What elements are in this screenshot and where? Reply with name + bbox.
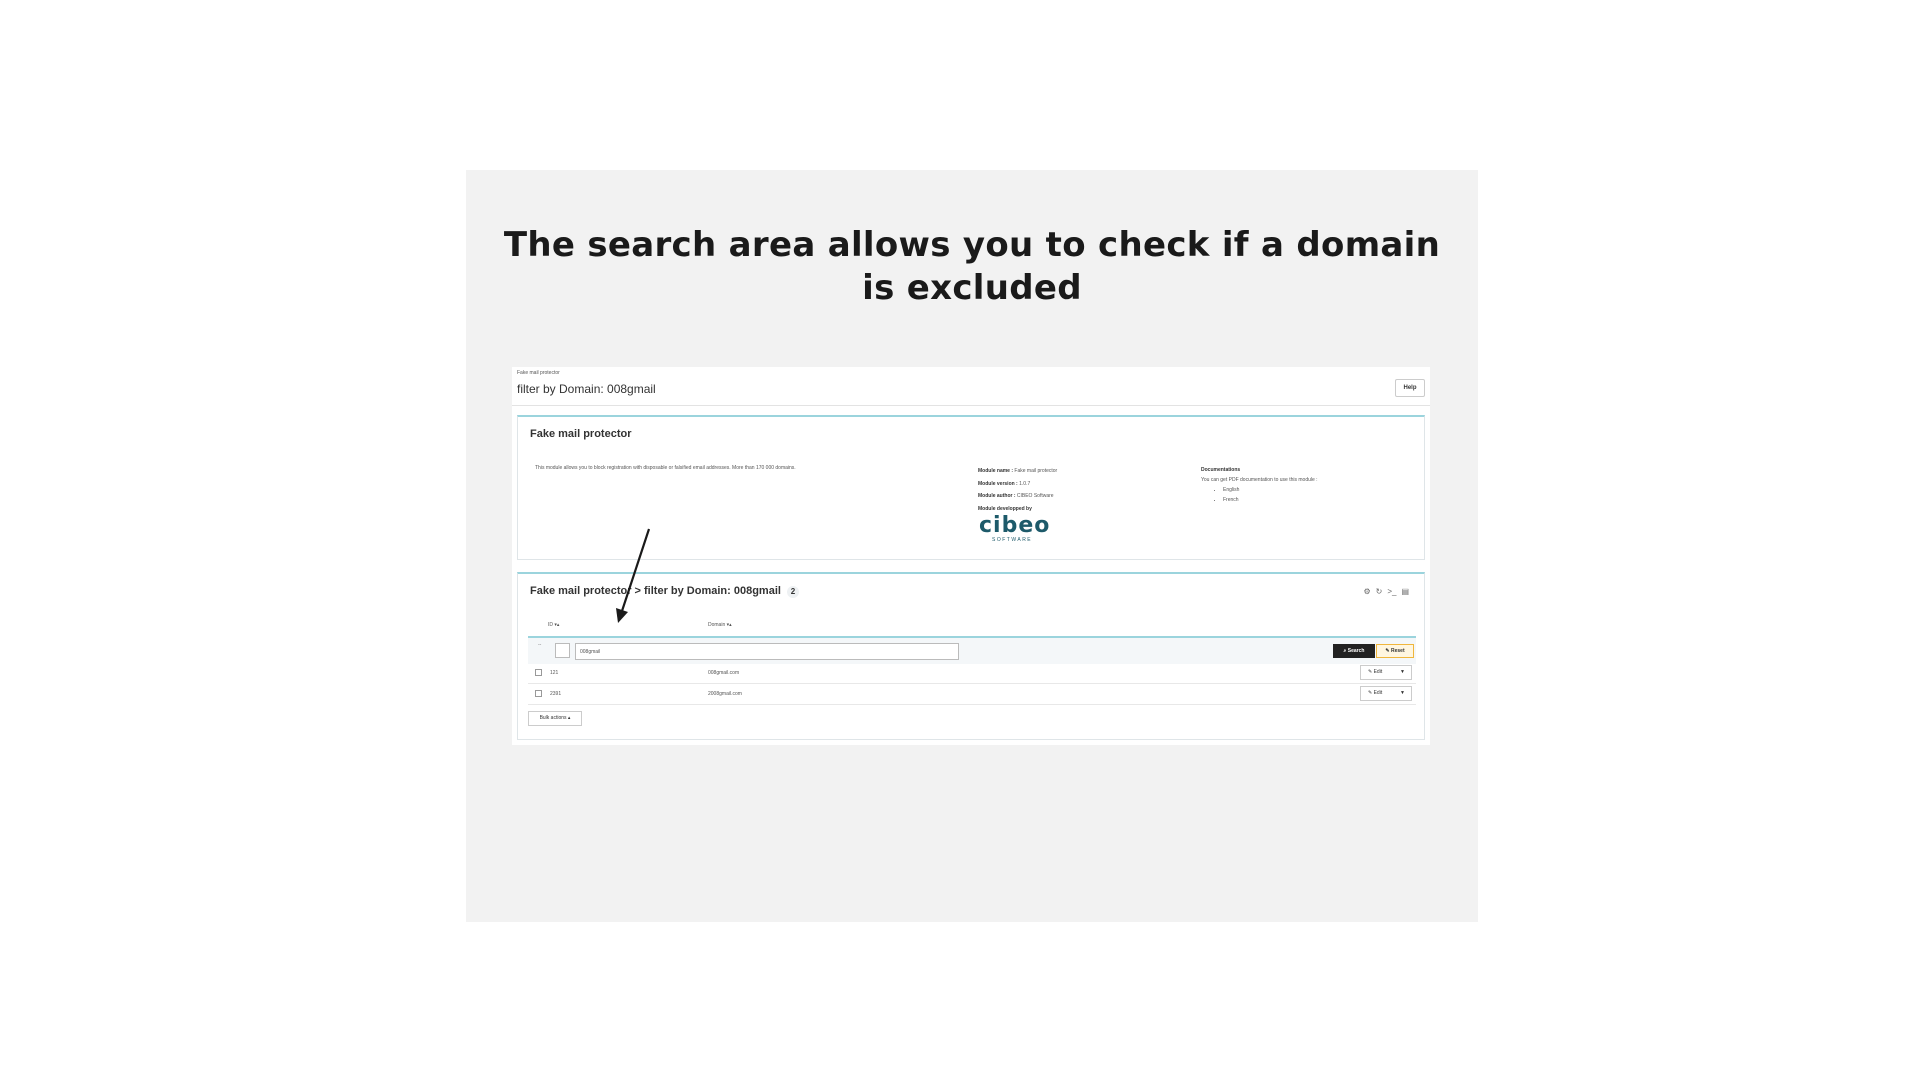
search-button-label: Search [1347, 648, 1365, 654]
database-icon[interactable]: ▤ [1401, 587, 1409, 596]
docs-text: You can get PDF documentation to use thi… [1201, 477, 1318, 483]
module-description: This module allows you to block registra… [535, 465, 796, 471]
module-author-value: CIBEO Software [1016, 493, 1054, 499]
edit-button[interactable]: ✎ Edit [1368, 690, 1382, 696]
bulk-actions-button[interactable]: Bulk actions ▴ [528, 711, 582, 726]
pencil-icon: ✎ [1368, 669, 1373, 675]
list-toolbar: ⚙ ↻ >_ ▤ [1358, 587, 1409, 596]
module-version-label: Module version : [978, 480, 1018, 487]
eraser-icon: ✎ [1385, 648, 1390, 654]
column-header-domain[interactable]: Domain ▾▴ [708, 622, 732, 628]
module-author-label: Module author : [978, 493, 1016, 499]
row-checkbox[interactable] [535, 669, 542, 676]
refresh-icon[interactable]: ↻ [1376, 587, 1383, 596]
reset-button-label: Reset [1390, 648, 1405, 654]
module-info-panel: Fake mail protector This module allows y… [517, 415, 1425, 560]
caret-down-icon[interactable]: ▼ [1400, 690, 1405, 696]
terminal-icon[interactable]: >_ [1387, 587, 1396, 596]
admin-screenshot: Fake mail protector filter by Domain: 00… [512, 367, 1430, 745]
docs-link-english[interactable]: English [1223, 485, 1318, 495]
docs-link-french[interactable]: French [1223, 495, 1318, 505]
filter-dash: -- [538, 642, 542, 648]
module-version-value: 1.0.7 [1019, 480, 1031, 487]
domain-filter-input[interactable] [575, 643, 959, 660]
caret-down-icon[interactable]: ▼ [1400, 669, 1405, 675]
docs-links: English French [1201, 485, 1318, 505]
page-title: filter by Domain: 008gmail [517, 382, 656, 396]
docs-title: Documentations [1201, 467, 1241, 473]
logo-text: cibeo [979, 513, 1051, 538]
search-button[interactable]: ⌕ Search [1333, 644, 1375, 658]
row-id: 2391 [550, 691, 562, 697]
id-filter-input[interactable] [555, 643, 570, 658]
search-icon: ⌕ [1343, 648, 1347, 654]
count-badge: 2 [786, 586, 799, 598]
gear-icon[interactable]: ⚙ [1363, 587, 1370, 596]
reset-button[interactable]: ✎ Reset [1376, 644, 1414, 658]
developed-by-label: Module developped by [978, 505, 1032, 512]
domain-list-panel: Fake mail protector > filter by Domain: … [517, 572, 1425, 740]
pencil-icon: ✎ [1368, 690, 1373, 696]
documentation-section: Documentations You can get PDF documenta… [1201, 465, 1318, 505]
breadcrumb[interactable]: Fake mail protector [517, 370, 560, 376]
edit-button-group: ✎ Edit ▼ [1360, 686, 1412, 701]
page-header: Fake mail protector filter by Domain: 00… [512, 367, 1430, 406]
list-title-text: Fake mail protector > filter by Domain: … [530, 585, 781, 597]
edit-button[interactable]: ✎ Edit [1368, 669, 1382, 675]
row-checkbox[interactable] [535, 690, 542, 697]
table-row: 121 008gmail.com ✎ Edit ▼ [528, 663, 1416, 684]
slide: The search area allows you to check if a… [466, 170, 1478, 922]
module-details: Module name : Fake mail protector Module… [978, 465, 1057, 515]
headline-line-2: is excluded [862, 268, 1082, 308]
row-domain: 2008gmail.com [708, 691, 742, 697]
row-domain: 008gmail.com [708, 670, 740, 676]
module-name-value: Fake mail protector [1014, 468, 1058, 474]
edit-label: Edit [1373, 690, 1383, 696]
help-button[interactable]: Help [1395, 379, 1425, 397]
filter-row: -- ⌕ Search ✎ Reset [528, 636, 1416, 664]
edit-button-group: ✎ Edit ▼ [1360, 665, 1412, 680]
column-header-id[interactable]: ID ▾▴ [548, 622, 559, 628]
info-panel-title: Fake mail protector [530, 428, 632, 440]
slide-headline: The search area allows you to check if a… [466, 224, 1478, 310]
cibeo-logo: cibeo SOFTWARE [979, 513, 1051, 544]
row-id: 121 [550, 670, 559, 676]
module-name-label: Module name : [978, 468, 1014, 474]
table-row: 2391 2008gmail.com ✎ Edit ▼ [528, 684, 1416, 705]
edit-label: Edit [1373, 669, 1383, 675]
headline-line-1: The search area allows you to check if a… [503, 225, 1441, 265]
list-panel-title: Fake mail protector > filter by Domain: … [530, 585, 799, 598]
